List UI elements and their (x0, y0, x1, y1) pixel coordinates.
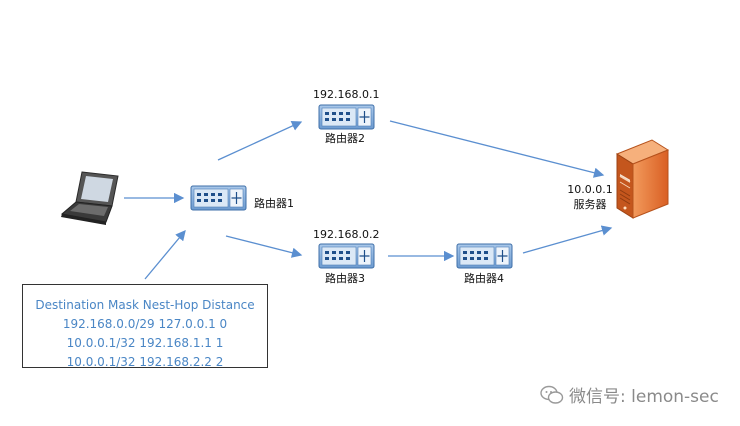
router3-icon (318, 243, 375, 269)
routing-table-row: 10.0.0.1/32 192.168.2.2 2 (66, 355, 224, 369)
router4-label: 路由器4 (464, 272, 504, 285)
router3-label: 路由器3 (325, 272, 365, 285)
laptop-icon (60, 171, 119, 225)
router2-icon (318, 104, 375, 130)
router2-label: 路由器2 (325, 132, 365, 145)
routing-table-row: 10.0.0.1/32 192.168.1.1 1 (66, 336, 224, 350)
router3-ip: 192.168.0.2 (313, 228, 380, 241)
link-router2-server (389, 120, 605, 178)
link-router4-server (522, 225, 613, 254)
router1-icon (190, 185, 247, 211)
router4-icon (456, 243, 513, 269)
watermark-text: 微信号: lemon-sec (569, 387, 719, 407)
wechat-icon (540, 385, 564, 404)
link-table-router1 (144, 230, 186, 280)
link-router1-router2 (217, 121, 303, 161)
routing-table-header: Destination Mask Nest-Hop Distance (35, 298, 255, 312)
routing-table: Destination Mask Nest-Hop Distance 192.1… (22, 284, 268, 369)
router1-label: 路由器1 (254, 197, 294, 210)
server-label: 服务器 (573, 198, 607, 211)
link-router1-router3 (225, 235, 303, 258)
wechat-watermark: 微信号: lemon-sec (540, 382, 719, 407)
routing-table-row: 192.168.0.0/29 127.0.0.1 0 (62, 317, 228, 331)
router2-ip: 192.168.0.1 (313, 88, 380, 101)
server-ip: 10.0.0.1 (567, 183, 613, 196)
server-icon (615, 139, 670, 219)
